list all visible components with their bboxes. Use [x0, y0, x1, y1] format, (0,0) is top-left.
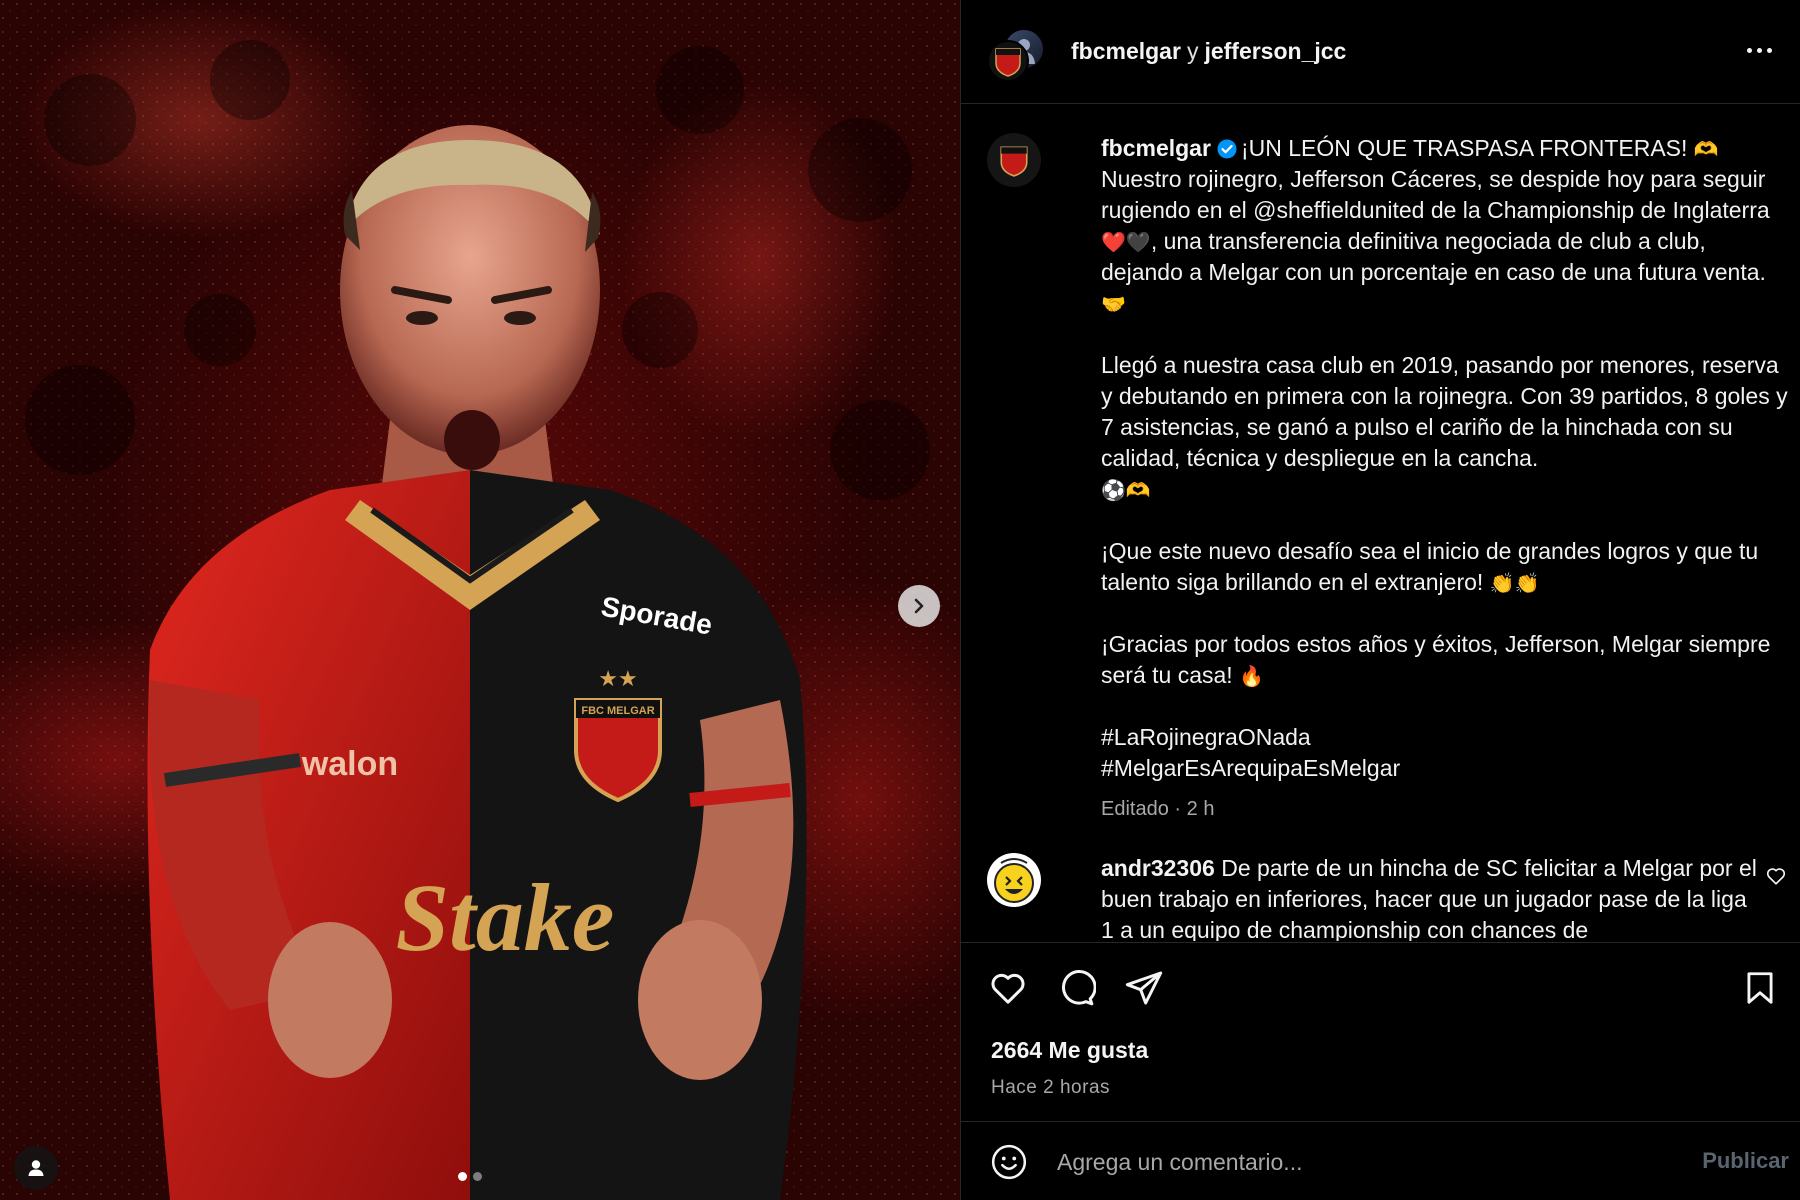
hands-emoji: 🫶: [1125, 480, 1151, 502]
caption-paragraph-1: fbcmelgar ¡UN LEÓN QUE TRASPASA FRONTERAS…: [1101, 133, 1791, 319]
save-button[interactable]: [1739, 967, 1781, 1009]
caption-username[interactable]: fbcmelgar: [1101, 135, 1211, 161]
post-age: 2 h: [1186, 798, 1215, 820]
player-photo: FBC MELGAR ★★ Stake walon Sporade: [0, 0, 960, 1200]
crest-icon: [995, 48, 1021, 77]
red-heart-emoji: ❤️: [1101, 232, 1126, 254]
comment-like-icon[interactable]: [1765, 865, 1787, 887]
handshake-emoji: 🤝: [1101, 294, 1126, 316]
comment-button[interactable]: [1055, 967, 1097, 1009]
soccer-ball-emoji: ⚽: [1101, 480, 1126, 502]
avatar-melgar[interactable]: [987, 40, 1029, 82]
post-timestamp: Hace 2 horas: [991, 1077, 1111, 1098]
likes-count[interactable]: 2664 Me gusta: [991, 1037, 1148, 1064]
user-icon: [28, 1160, 44, 1176]
commenter-avatar[interactable]: [987, 853, 1041, 907]
add-comment-bar: Publicar: [961, 1122, 1800, 1200]
more-dot: [1746, 47, 1752, 53]
chevron-right-icon: [914, 598, 924, 614]
more-dot: [1756, 47, 1762, 53]
svg-text:Stake: Stake: [396, 864, 615, 971]
like-button[interactable]: [987, 967, 1029, 1009]
meta-separator: ·: [1174, 798, 1182, 820]
hashtag-link[interactable]: #LaRojinegraONada: [1101, 724, 1311, 750]
hashtag-link[interactable]: #MelgarEsArequipaEsMelgar: [1101, 755, 1400, 781]
caption-text-3: ¡Que este nuevo desafío sea el inicio de…: [1101, 538, 1765, 595]
more-dot: [1766, 47, 1772, 53]
fire-emoji: 🔥: [1239, 666, 1264, 688]
svg-text:★★: ★★: [598, 667, 637, 692]
smiley-avatar-icon: [994, 858, 1034, 903]
caption-paragraph-3: ¡Que este nuevo desafío sea el inicio de…: [1101, 536, 1791, 598]
svg-text:FBC MELGAR: FBC MELGAR: [581, 705, 654, 717]
caption-headline: ¡UN LEÓN QUE TRASPASA FRONTERAS!: [1240, 135, 1688, 161]
crest-icon: [1000, 146, 1028, 177]
hands-emoji: 🫶: [1693, 139, 1719, 161]
clap-emoji: 👏👏: [1489, 573, 1540, 595]
tagged-users-button[interactable]: [14, 1146, 58, 1190]
svg-text:walon: walon: [301, 745, 398, 783]
share-button[interactable]: [1123, 967, 1165, 1009]
caption-hashtags: #LaRojinegraONada #MelgarEsArequipaEsMel…: [1101, 722, 1791, 784]
publish-button[interactable]: Publicar: [1702, 1148, 1789, 1174]
author-link-primary[interactable]: fbcmelgar: [1071, 38, 1181, 64]
caption-avatar[interactable]: [987, 133, 1041, 187]
caption-paragraph-4: ¡Gracias por todos estos años y éxitos, …: [1101, 629, 1791, 691]
author-link-secondary[interactable]: jefferson_jcc: [1204, 38, 1346, 64]
post-details-panel: fbcmelgar y jefferson_jcc fbcmelgar ¡UN LEÓ…: [960, 0, 1800, 1200]
caption-text-2: Llegó a nuestra casa club en 2019, pasan…: [1101, 352, 1794, 471]
verified-badge-icon: [1217, 139, 1237, 159]
comment-bubble-icon: [1061, 970, 1096, 1006]
carousel-dot: [473, 1172, 482, 1181]
carousel-next-button[interactable]: [898, 585, 940, 627]
smiley-icon: [991, 1144, 1027, 1180]
post-caption: fbcmelgar ¡UN LEÓN QUE TRASPASA FRONTERAS…: [1101, 133, 1791, 825]
emoji-picker-button[interactable]: [989, 1142, 1029, 1182]
comments-section[interactable]: fbcmelgar ¡UN LEÓN QUE TRASPASA FRONTERAS…: [961, 105, 1800, 941]
author-separator: y: [1186, 38, 1199, 64]
caption-text-1: Nuestro rojinegro, Jefferson Cáceres, se…: [1101, 166, 1772, 223]
caption-text-1b: , una transferencia definitiva negociada…: [1101, 228, 1766, 285]
carousel-dot-active: [458, 1172, 467, 1181]
comment-body: andr32306 De parte de un hincha de SC fe…: [1101, 853, 1761, 941]
heart-icon: [991, 973, 1025, 1004]
comment-input[interactable]: [1057, 1142, 1617, 1182]
caption-paragraph-2: Llegó a nuestra casa club en 2019, pasan…: [1101, 350, 1791, 505]
comment-username[interactable]: andr32306: [1101, 855, 1215, 881]
black-heart-emoji: 🖤: [1125, 232, 1151, 254]
collab-avatars[interactable]: [987, 28, 1047, 84]
bookmark-icon: [1747, 972, 1773, 1004]
post-header: fbcmelgar y jefferson_jcc: [961, 0, 1800, 104]
edited-label: Editado: [1101, 798, 1169, 820]
caption-meta: Editado · 2 h: [1101, 794, 1791, 825]
post-authors: fbcmelgar y jefferson_jcc: [1071, 38, 1346, 65]
paper-plane-icon: [1125, 971, 1163, 1005]
caption-text-4: ¡Gracias por todos estos años y éxitos, …: [1101, 631, 1777, 688]
post-image[interactable]: FBC MELGAR ★★ Stake walon Sporade: [0, 0, 960, 1200]
action-bar: 2664 Me gusta Hace 2 horas: [961, 942, 1800, 1122]
more-options-button[interactable]: [1737, 36, 1781, 64]
carousel-indicator: [458, 1172, 482, 1181]
